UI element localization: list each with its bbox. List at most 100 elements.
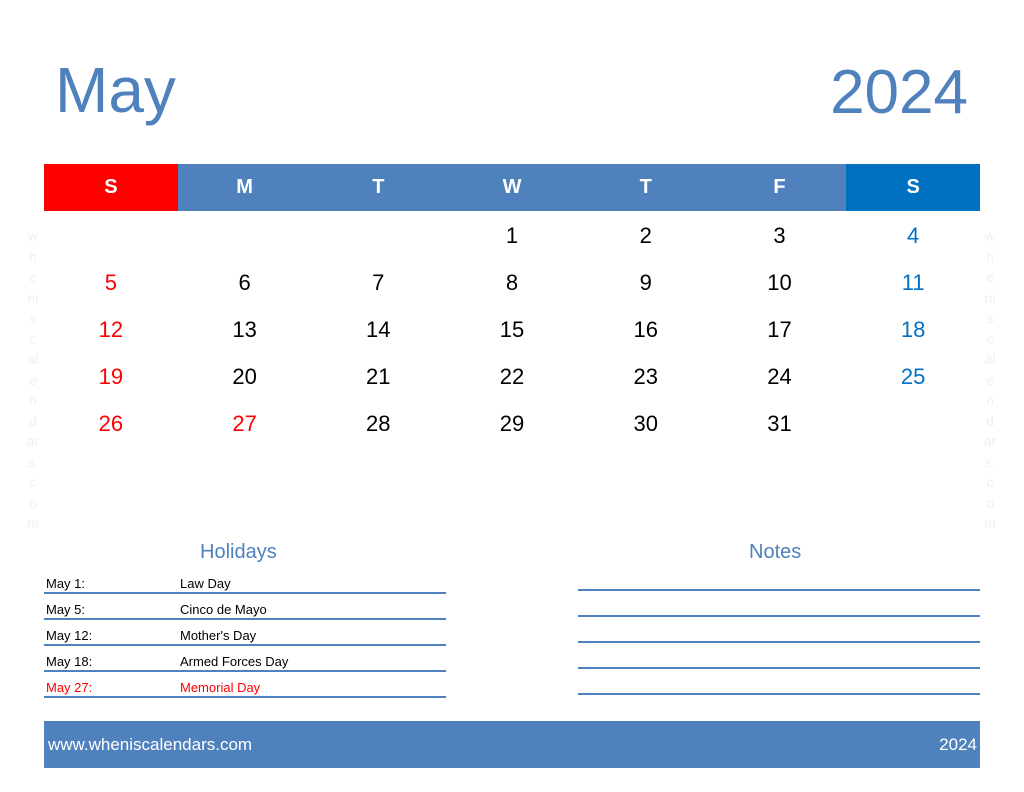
day-cell: 23 — [633, 363, 658, 389]
watermark-char: d — [986, 412, 994, 429]
holiday-name: Mother's Day — [180, 628, 257, 643]
holiday-row: May 27: Memorial Day — [44, 672, 446, 698]
watermark-char: e — [29, 371, 37, 388]
weekday-header-cell: W — [445, 164, 579, 211]
watermark-char: ni — [984, 289, 996, 306]
holiday-row: May 5: Cinco de Mayo — [44, 594, 446, 620]
notes-lines — [578, 589, 980, 719]
holiday-name: Memorial Day — [180, 680, 261, 695]
holiday-name: Armed Forces Day — [180, 654, 289, 669]
watermark-char: e — [986, 371, 994, 388]
holiday-name: Cinco de Mayo — [180, 602, 267, 617]
notes-line[interactable] — [578, 667, 980, 669]
watermark-char: d — [29, 412, 37, 429]
weekday-header-cell: S — [846, 164, 981, 211]
watermark-char: w — [27, 228, 39, 244]
day-cell: 2 — [639, 222, 652, 248]
holidays-list: May 1: Law Day May 5: Cinco de Mayo May 12: M… — [44, 570, 446, 698]
weekday-header-cell: S — [44, 164, 178, 211]
notes-title: Notes — [749, 541, 802, 563]
day-cell: 15 — [499, 316, 525, 342]
watermark-left: w h e ni s c al e n d ar s. c o m — [23, 226, 43, 534]
watermark-right: w h e ni s c al e n d ar s. c o m — [980, 226, 1000, 534]
day-cell: 4 — [907, 222, 920, 248]
watermark-char: o — [29, 494, 37, 511]
day-cell: 8 — [505, 269, 519, 295]
watermark-char: c — [986, 330, 994, 347]
watermark-char: c — [29, 474, 37, 490]
holiday-date: May 12: — [46, 628, 93, 643]
day-cell: 29 — [499, 410, 525, 436]
day-cell: 12 — [98, 316, 124, 342]
day-cell: 9 — [639, 269, 652, 295]
watermark-char: e — [29, 269, 37, 285]
week-row: 5 6 7 8 9 10 11 — [44, 259, 980, 306]
holiday-date: May 27: — [46, 680, 93, 695]
empty-day-cell — [311, 212, 445, 259]
day-cell: 21 — [366, 363, 391, 389]
notes-line[interactable] — [578, 589, 980, 591]
weekday-header-cell: F — [712, 164, 847, 211]
watermark-char: al — [984, 351, 996, 367]
watermark-char: n — [29, 392, 37, 408]
week-row: 12 13 14 15 16 17 18 — [44, 306, 980, 353]
watermark-char: h — [986, 248, 994, 265]
week-row: 26 27 28 29 30 31 — [44, 400, 980, 447]
watermark-char: c — [986, 474, 994, 490]
holiday-date: May 5: — [46, 602, 86, 617]
day-cell: 28 — [366, 410, 391, 436]
notes-line[interactable] — [578, 641, 980, 643]
day-cell: 25 — [900, 363, 926, 389]
watermark-char: m — [984, 515, 996, 531]
day-cell: 24 — [767, 363, 792, 389]
footer-website[interactable]: www.wheniscalendars.com — [48, 735, 252, 755]
notes-line[interactable] — [578, 615, 980, 617]
day-cell: 31 — [767, 410, 792, 436]
watermark-char: o — [986, 494, 994, 511]
day-cell: 13 — [232, 316, 257, 342]
week-row: 19 20 21 22 23 24 25 — [44, 353, 980, 400]
day-cell: 11 — [901, 269, 925, 295]
holiday-date: May 1: — [46, 576, 86, 591]
watermark-char: s. — [984, 453, 996, 470]
footer-bar: www.wheniscalendars.com 2024 — [44, 721, 980, 768]
watermark-char: ar — [26, 433, 40, 449]
day-cell: 3 — [773, 222, 786, 248]
watermark-char: ar — [983, 433, 997, 449]
footer-year: 2024 — [939, 734, 977, 754]
weekday-header-cell: T — [578, 164, 713, 211]
holiday-name: Law Day — [180, 576, 231, 591]
day-cell: 26 — [98, 410, 124, 436]
watermark-char: w — [984, 228, 996, 244]
month-title: May — [55, 54, 176, 126]
empty-day-cell — [846, 400, 980, 447]
watermark-char: s — [986, 310, 994, 326]
watermark-char: al — [27, 351, 39, 367]
weekday-header-cell: M — [177, 164, 312, 211]
day-cell: 18 — [900, 316, 926, 342]
watermark-char: n — [986, 392, 994, 408]
holiday-date: May 18: — [46, 654, 93, 669]
watermark-char: e — [986, 269, 994, 285]
week-row: 1 2 3 4 — [44, 212, 980, 259]
holiday-row: May 18: Armed Forces Day — [44, 646, 446, 672]
holidays-title: Holidays — [200, 541, 277, 563]
day-cell: 6 — [238, 269, 251, 295]
watermark-char: ni — [27, 289, 39, 306]
year-title: 2024 — [830, 58, 968, 127]
holiday-row: May 12: Mother's Day — [44, 620, 446, 646]
watermark-char: c — [29, 330, 37, 347]
weekday-header: SMTWTFS — [44, 164, 981, 211]
day-cell: 14 — [366, 316, 391, 342]
empty-day-cell — [178, 212, 312, 259]
day-cell: 19 — [98, 363, 124, 389]
day-cell: 30 — [633, 410, 658, 436]
calendar-grid: 1 2 3 4 5 6 7 8 9 10 11 12 13 14 15 16 17 18 19 20 21 22 23 24 2… — [44, 212, 980, 447]
day-cell: 27 — [232, 410, 257, 436]
day-cell: 7 — [372, 269, 385, 295]
day-cell: 5 — [104, 269, 117, 295]
day-cell: 1 — [505, 222, 519, 248]
watermark-char: m — [27, 515, 39, 531]
notes-line[interactable] — [578, 693, 980, 695]
day-cell: 16 — [633, 316, 658, 342]
